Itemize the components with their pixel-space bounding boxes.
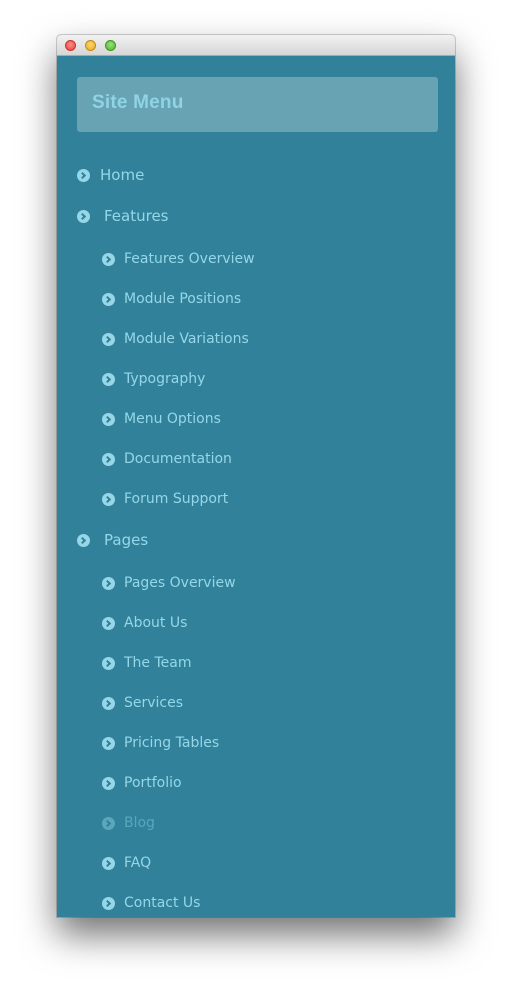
chevron-circle-right-icon (102, 616, 115, 630)
chevron-circle-right-icon (102, 776, 115, 790)
menu-item-label: Blog (124, 815, 155, 831)
menu-item-label: Contact Us (124, 895, 201, 911)
chevron-circle-right-icon (102, 332, 115, 346)
site-menu-header: Site Menu (77, 77, 438, 132)
menu-item-contact-us[interactable]: Contact Us (102, 891, 200, 915)
menu-item-typography[interactable]: Typography (102, 367, 205, 391)
chevron-circle-right-icon (102, 816, 115, 830)
window-close-button[interactable] (65, 40, 76, 51)
browser-window: Site Menu Home Features Features Overvie… (57, 35, 455, 917)
chevron-circle-right-icon (102, 696, 115, 710)
menu-item-home[interactable]: Home (77, 163, 144, 187)
chevron-circle-right-icon (102, 896, 115, 910)
menu-item-services[interactable]: Services (102, 691, 183, 715)
menu-item-pages[interactable]: Pages (77, 528, 148, 552)
menu-item-label: Documentation (124, 451, 232, 467)
menu-item-pricing-tables[interactable]: Pricing Tables (102, 731, 219, 755)
menu-item-forum-support[interactable]: Forum Support (102, 487, 228, 511)
menu-item-documentation[interactable]: Documentation (102, 447, 232, 471)
menu-item-label: The Team (124, 655, 192, 671)
menu-item-label: Module Positions (124, 291, 242, 307)
menu-item-label: Menu Options (124, 411, 221, 427)
site-menu-title: Site Menu (92, 92, 184, 113)
menu-item-label: Pricing Tables (124, 735, 220, 751)
menu-item-label: Services (124, 695, 184, 711)
menu-item-label: Typography (124, 371, 206, 387)
menu-item-label: Pages Overview (124, 575, 236, 591)
window-titlebar (57, 35, 455, 56)
chevron-circle-right-icon (77, 533, 90, 547)
menu-item-label: Portfolio (124, 775, 182, 791)
chevron-circle-right-icon (102, 372, 115, 386)
menu-item-module-variations[interactable]: Module Variations (102, 327, 249, 351)
chevron-circle-right-icon (102, 412, 115, 426)
chevron-circle-right-icon (102, 452, 115, 466)
chevron-circle-right-icon (102, 656, 115, 670)
menu-item-label: Pages (104, 531, 149, 549)
chevron-circle-right-icon (77, 168, 90, 182)
menu-item-menu-options[interactable]: Menu Options (102, 407, 221, 431)
menu-item-label: Features (104, 207, 169, 225)
chevron-circle-right-icon (102, 292, 115, 306)
menu-item-features-overview[interactable]: Features Overview (102, 247, 255, 271)
menu-item-label: Home (100, 166, 145, 184)
chevron-circle-right-icon (77, 209, 90, 223)
chevron-circle-right-icon (102, 856, 115, 870)
site-menu-panel: Site Menu Home Features Features Overvie… (57, 57, 455, 917)
menu-item-module-positions[interactable]: Module Positions (102, 287, 241, 311)
chevron-circle-right-icon (102, 576, 115, 590)
chevron-circle-right-icon (102, 492, 115, 506)
window-minimize-button[interactable] (85, 40, 96, 51)
menu-item-label: Module Variations (124, 331, 249, 347)
chevron-circle-right-icon (102, 252, 115, 266)
menu-item-portfolio[interactable]: Portfolio (102, 771, 182, 795)
menu-item-the-team[interactable]: The Team (102, 651, 192, 675)
menu-item-label: Features Overview (124, 251, 255, 267)
menu-item-features[interactable]: Features (77, 204, 169, 228)
window-zoom-button[interactable] (105, 40, 116, 51)
menu-item-about-us[interactable]: About Us (102, 611, 187, 635)
chevron-circle-right-icon (102, 736, 115, 750)
menu-item-label: About Us (124, 615, 188, 631)
menu-item-pages-overview[interactable]: Pages Overview (102, 571, 236, 595)
menu-item-label: Forum Support (124, 491, 229, 507)
menu-item-faq[interactable]: FAQ (102, 851, 151, 875)
menu-item-blog-active[interactable]: Blog (102, 811, 155, 835)
menu-item-label: FAQ (124, 855, 152, 871)
